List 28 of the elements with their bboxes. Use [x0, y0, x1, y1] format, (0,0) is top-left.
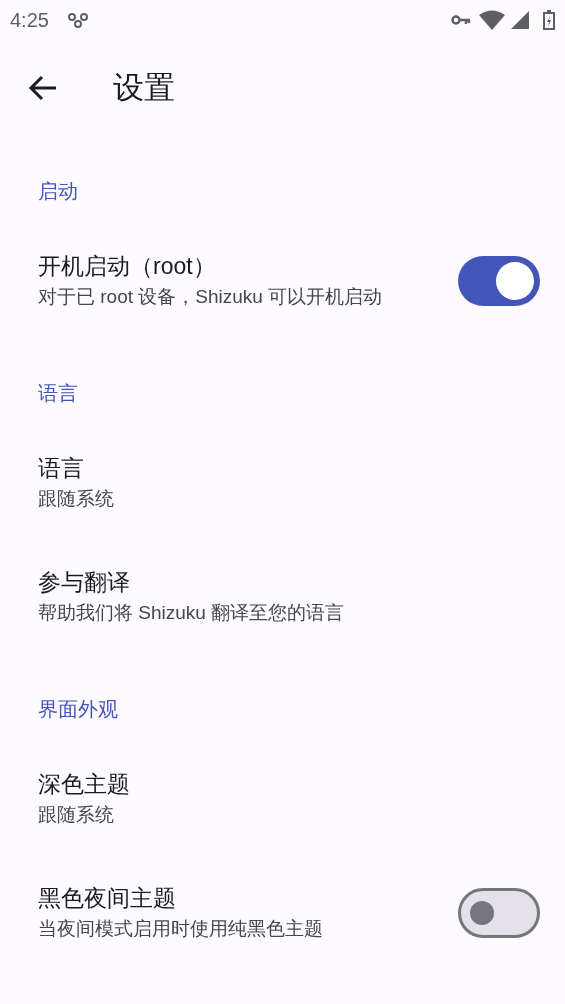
setting-summary: 帮助我们将 Shizuku 翻译至您的语言	[38, 601, 346, 625]
setting-title: 深色主题	[38, 770, 131, 799]
setting-summary: 跟随系统	[38, 803, 115, 827]
setting-row[interactable]: 开机启动（root） 对于已 root 设备，Shizuku 可以开机启动	[0, 224, 565, 338]
toggle-switch[interactable]	[458, 256, 540, 306]
setting-row[interactable]: 黑色夜间主题 当夜间模式启用时使用纯黑色主题	[0, 856, 565, 970]
setting-title: 开机启动（root）	[38, 252, 217, 281]
setting-row[interactable]: 深色主题 跟随系统	[0, 742, 565, 856]
toggle-switch[interactable]	[458, 888, 540, 938]
battery-icon	[543, 10, 555, 30]
section-header: 启动	[38, 180, 78, 202]
setting-row[interactable]: 参与翻译 帮助我们将 Shizuku 翻译至您的语言	[0, 540, 565, 654]
status-time: 4:25	[10, 8, 49, 33]
setting-summary: 当夜间模式启用时使用纯黑色主题	[38, 917, 324, 941]
section-header: 界面外观	[38, 698, 118, 720]
setting-summary: 跟随系统	[38, 487, 115, 511]
wifi-icon	[479, 10, 505, 30]
setting-title: 语言	[38, 454, 85, 483]
setting-summary: 对于已 root 设备，Shizuku 可以开机启动	[38, 285, 384, 309]
page-title: 设置	[113, 68, 175, 107]
section-header: 语言	[38, 382, 78, 404]
signal-icon	[511, 11, 529, 29]
setting-title: 黑色夜间主题	[38, 884, 177, 913]
back-arrow-icon[interactable]	[28, 75, 58, 101]
notification-icon	[66, 12, 89, 28]
setting-title: 参与翻译	[38, 568, 131, 597]
setting-row[interactable]: 语言 跟随系统	[0, 426, 565, 540]
key-icon	[451, 14, 471, 26]
